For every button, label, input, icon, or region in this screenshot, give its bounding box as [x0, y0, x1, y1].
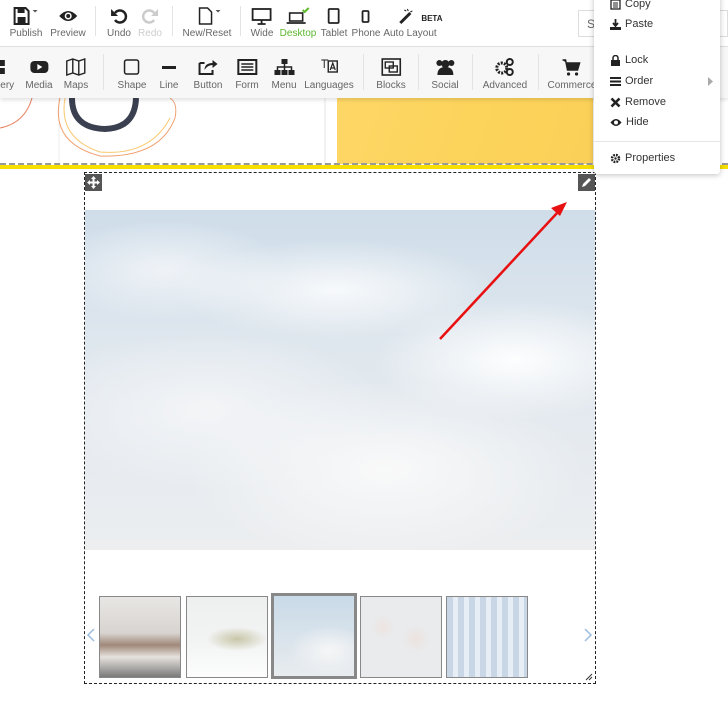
- translate-icon: [321, 59, 338, 73]
- sitemap-icon: [273, 59, 294, 75]
- advanced-button[interactable]: Advanced: [483, 57, 527, 91]
- form-button[interactable]: Form: [235, 57, 259, 91]
- maps-button[interactable]: Maps: [64, 57, 88, 91]
- thumbnail-crown[interactable]: [186, 596, 268, 678]
- button-button[interactable]: Button: [194, 57, 222, 91]
- square-icon: [124, 59, 140, 75]
- move-handle[interactable]: [85, 174, 102, 191]
- menu-item-paste[interactable]: Paste: [610, 18, 710, 30]
- tablet-icon: [328, 8, 340, 24]
- edit-button[interactable]: [578, 174, 595, 191]
- beta-badge: BETA: [421, 14, 443, 23]
- users-icon: [436, 60, 454, 75]
- divider: [103, 54, 104, 90]
- chevron-right-icon[interactable]: [583, 628, 593, 642]
- yellow-block[interactable]: [337, 98, 593, 164]
- media-button[interactable]: Media: [25, 57, 53, 91]
- eye-icon: [58, 11, 77, 21]
- shape-button[interactable]: Shape: [118, 57, 146, 91]
- undo-icon: [111, 9, 128, 24]
- divider: [418, 54, 419, 90]
- menu-item-remove[interactable]: Remove: [610, 96, 710, 108]
- phone-view-button[interactable]: Phone: [352, 7, 380, 39]
- menu-item-order[interactable]: Order: [610, 75, 710, 87]
- chevron-left-icon[interactable]: [86, 628, 96, 642]
- menu-divider: [594, 141, 720, 142]
- commerce-button[interactable]: Commerce: [548, 57, 596, 91]
- line-icon: [162, 66, 176, 69]
- close-icon: [610, 97, 621, 107]
- file-icon: [199, 7, 221, 25]
- download-icon: [610, 18, 621, 30]
- divider: [472, 54, 473, 90]
- phone-icon: [362, 10, 370, 23]
- divider: [538, 54, 539, 90]
- resize-handle[interactable]: [585, 673, 593, 681]
- context-menu: Copy Paste Lock Order Remove Hide Proper…: [594, 0, 720, 174]
- divider: [240, 6, 241, 36]
- list-icon: [610, 76, 621, 86]
- chevron-right-icon: [708, 77, 713, 86]
- thumbnail-forest[interactable]: [446, 596, 528, 678]
- monitor-icon: [252, 8, 272, 25]
- new-reset-button[interactable]: New/Reset: [183, 7, 231, 39]
- thumbnail-orchids[interactable]: [360, 596, 442, 678]
- redo-icon: [141, 9, 158, 24]
- share-icon: [198, 60, 218, 75]
- laptop-icon: [287, 7, 310, 24]
- divider: [172, 6, 173, 36]
- thumbnail-clouds-selected[interactable]: [271, 593, 357, 679]
- illustration: [0, 98, 326, 165]
- gear-icon: [610, 153, 621, 163]
- gallery-button[interactable]: llery: [0, 57, 14, 91]
- desktop-view-button[interactable]: Desktop: [280, 7, 316, 39]
- divider: [95, 6, 96, 36]
- map-icon: [66, 58, 86, 76]
- save-icon: [14, 7, 38, 25]
- menu-item-properties[interactable]: Properties: [610, 152, 710, 164]
- menu-item-copy[interactable]: Copy: [610, 0, 710, 10]
- languages-button[interactable]: Languages: [304, 57, 354, 91]
- blocks-button[interactable]: Blocks: [376, 57, 406, 91]
- blocks-icon: [381, 58, 401, 76]
- thumbnail-room[interactable]: [99, 596, 181, 678]
- divider: [363, 54, 364, 90]
- preview-button[interactable]: Preview: [50, 7, 86, 39]
- video-icon: [30, 61, 48, 73]
- redo-button[interactable]: Redo: [138, 7, 162, 39]
- menu-item-hide[interactable]: Hide: [610, 116, 710, 128]
- menu-button[interactable]: Menu: [271, 57, 297, 91]
- lock-icon: [611, 54, 620, 66]
- move-icon: [87, 176, 100, 189]
- cart-icon: [563, 59, 581, 76]
- wide-view-button[interactable]: Wide: [251, 7, 273, 39]
- auto-layout-button[interactable]: BETA Auto Layout: [383, 7, 443, 39]
- undo-button[interactable]: Undo: [107, 7, 131, 39]
- eye-icon: [610, 118, 622, 126]
- gallery-icon: [0, 60, 5, 74]
- main-image[interactable]: [85, 210, 595, 550]
- menu-item-lock[interactable]: Lock: [610, 54, 710, 66]
- line-button[interactable]: Line: [159, 57, 179, 91]
- publish-button[interactable]: Publish: [10, 7, 42, 39]
- social-button[interactable]: Social: [431, 57, 459, 91]
- form-icon: [237, 59, 257, 75]
- copy-icon: [610, 0, 621, 10]
- gears-icon: [495, 58, 514, 76]
- tablet-view-button[interactable]: Tablet: [321, 7, 347, 39]
- pencil-icon: [582, 178, 591, 187]
